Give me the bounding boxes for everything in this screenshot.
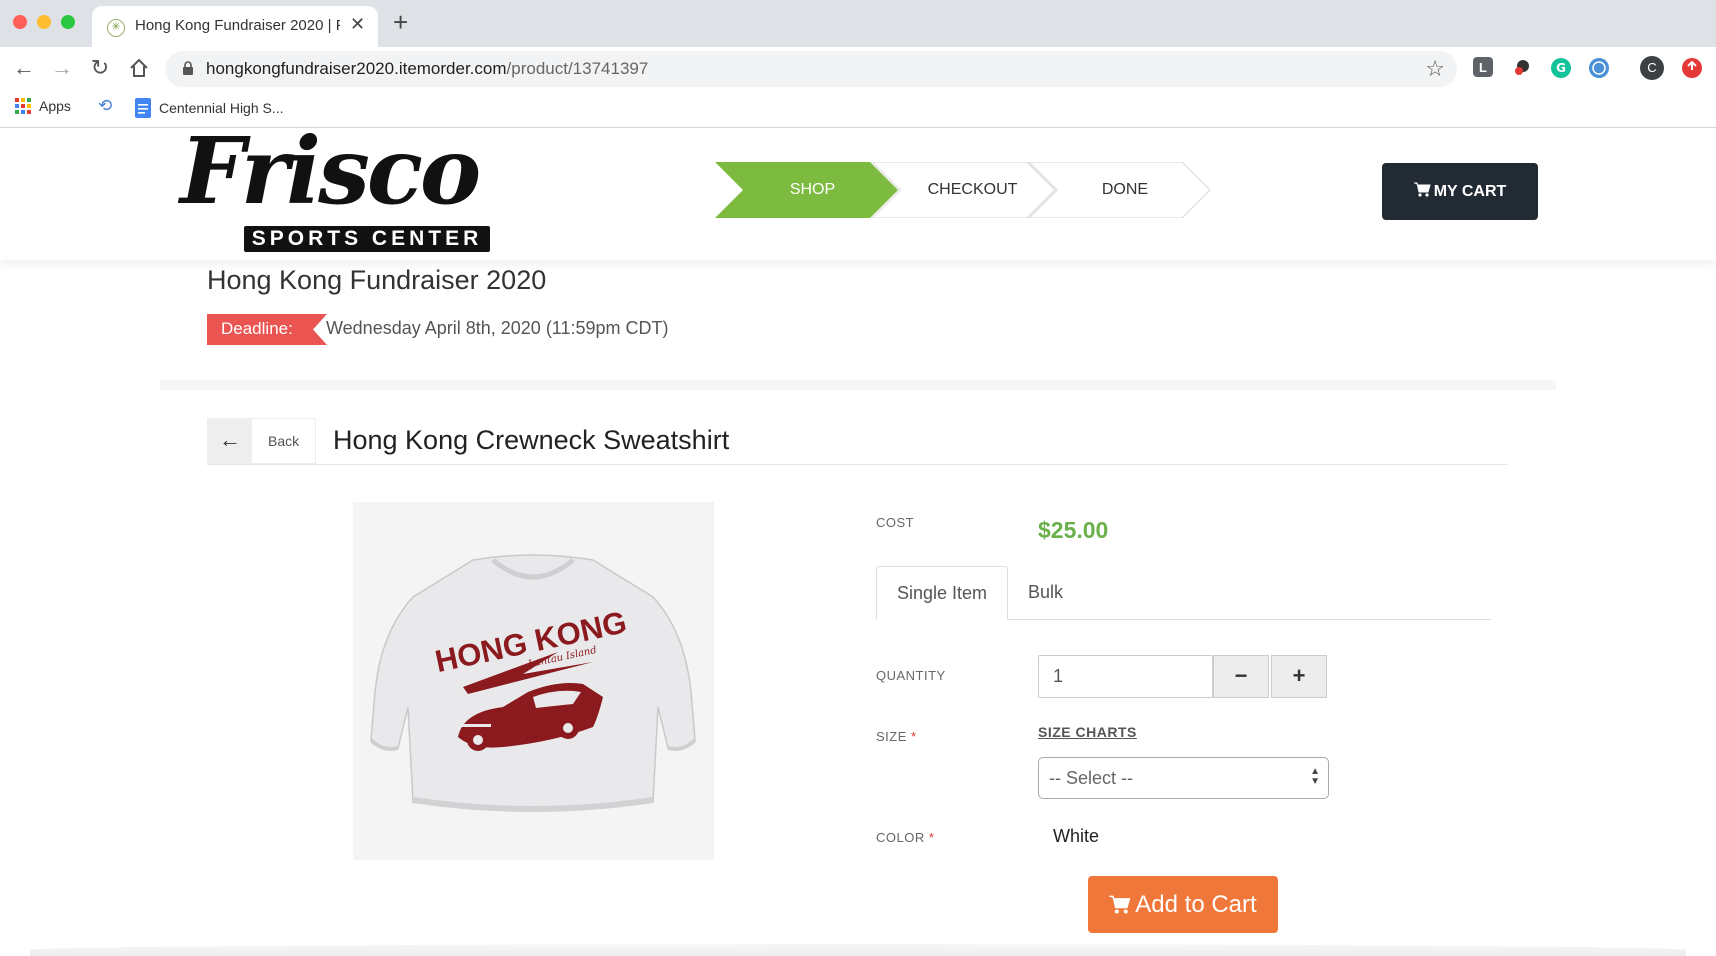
- cart-icon: [1413, 182, 1431, 197]
- add-to-cart-label: Add to Cart: [1135, 891, 1257, 918]
- close-window-button[interactable]: [13, 15, 27, 29]
- bookmark-centennial[interactable]: Centennial High S...: [135, 98, 284, 118]
- sweatshirt-illustration: HONG KONG Lantau Island: [369, 554, 697, 812]
- deadline-badge: Deadline:: [207, 314, 327, 345]
- back-arrow-icon[interactable]: ←: [9, 53, 39, 83]
- tab-title: Hong Kong Fundraiser 2020 | F: [135, 17, 340, 34]
- back-button[interactable]: ← Back: [207, 418, 316, 464]
- color-value: White: [1053, 826, 1100, 846]
- globe-extension-icon[interactable]: [1588, 57, 1610, 79]
- product-image[interactable]: HONG KONG Lantau Island: [353, 502, 714, 860]
- deadline-label: Deadline:: [221, 319, 293, 338]
- browser-tab[interactable]: ✳ Hong Kong Fundraiser 2020 | F ✕: [92, 6, 378, 47]
- new-tab-icon[interactable]: +: [393, 9, 408, 35]
- tab-bulk[interactable]: Bulk: [1028, 566, 1063, 620]
- logo-band-text: SPORTS CENTER: [244, 226, 490, 252]
- step-checkout[interactable]: CHECKOUT: [895, 162, 1050, 218]
- history-icon[interactable]: ⟲: [98, 96, 112, 116]
- back-arrow-icon: ←: [208, 419, 252, 463]
- bookmark-star-icon[interactable]: ☆: [1425, 56, 1445, 82]
- zoom-window-button[interactable]: [61, 15, 75, 29]
- browser-toolbar: ← → ↻ hongkongfundraiser2020.itemorder.c…: [0, 47, 1716, 90]
- url-text: hongkongfundraiser2020.itemorder.com/pro…: [206, 59, 649, 78]
- apps-grid-icon: [15, 98, 31, 114]
- address-bar[interactable]: hongkongfundraiser2020.itemorder.com/pro…: [165, 51, 1457, 87]
- store-title: Hong Kong Fundraiser 2020: [207, 265, 547, 295]
- frisco-sports-center-logo[interactable]: Frisco SPORTS CENTER: [178, 117, 498, 257]
- docs-icon: [135, 98, 151, 118]
- browser-tab-bar: ✳ Hong Kong Fundraiser 2020 | F ✕ +: [0, 0, 1716, 47]
- order-mode-tabs: Single Item Bulk: [876, 566, 1491, 620]
- home-icon[interactable]: [124, 53, 154, 83]
- extension-paint-icon[interactable]: [1511, 57, 1533, 79]
- size-charts-link[interactable]: SIZE CHARTS: [1038, 724, 1137, 740]
- apps-label: Apps: [39, 98, 71, 114]
- site-header: Frisco SPORTS CENTER SHOP CHECKOUT DONE …: [0, 117, 1716, 260]
- minimize-window-button[interactable]: [37, 15, 51, 29]
- size-label: SIZE *: [876, 729, 917, 744]
- color-label: COLOR *: [876, 830, 935, 845]
- product-price: $25.00: [1038, 517, 1109, 543]
- grammarly-icon[interactable]: G: [1550, 57, 1572, 79]
- cost-label: COST: [876, 515, 915, 530]
- site-favicon-icon: ✳: [107, 19, 125, 37]
- deadline-value: Wednesday April 8th, 2020 (11:59pm CDT): [326, 318, 669, 338]
- logo-script-text: Frisco: [180, 117, 481, 225]
- size-select[interactable]: -- Select -- ▲ ▼: [1038, 757, 1329, 799]
- increase-quantity-button[interactable]: +: [1271, 655, 1327, 698]
- forward-arrow-icon[interactable]: →: [47, 53, 77, 83]
- tab-single-item[interactable]: Single Item: [876, 566, 1008, 620]
- step-done[interactable]: DONE: [1050, 162, 1200, 218]
- title-divider: [207, 464, 1508, 465]
- section-divider: [160, 380, 1556, 390]
- size-select-value: -- Select --: [1049, 768, 1134, 788]
- close-tab-icon[interactable]: ✕: [350, 14, 365, 35]
- product-title: Hong Kong Crewneck Sweatshirt: [333, 425, 730, 455]
- decrease-quantity-button[interactable]: −: [1213, 655, 1269, 698]
- apps-shortcut[interactable]: Apps: [15, 98, 71, 114]
- update-alert-icon[interactable]: [1682, 58, 1702, 78]
- profile-avatar-icon[interactable]: C: [1640, 56, 1664, 80]
- my-cart-button[interactable]: MY CART: [1382, 163, 1538, 220]
- my-cart-label: MY CART: [1433, 183, 1507, 200]
- extension-l-icon[interactable]: L: [1473, 57, 1493, 77]
- footer-shadow: [30, 944, 1686, 956]
- cart-icon: [1109, 895, 1131, 914]
- svg-text:G: G: [1556, 61, 1566, 75]
- step-shop[interactable]: SHOP: [735, 162, 890, 218]
- select-caret-icon: ▲ ▼: [1310, 766, 1320, 787]
- quantity-label: QUANTITY: [876, 668, 946, 683]
- quantity-input[interactable]: 1: [1038, 655, 1213, 698]
- back-label: Back: [268, 433, 300, 449]
- bookmark-label: Centennial High S...: [159, 100, 284, 116]
- checkout-progress-steps: SHOP CHECKOUT DONE: [715, 162, 1210, 218]
- reload-icon[interactable]: ↻: [85, 53, 115, 83]
- lock-icon: [182, 61, 194, 75]
- add-to-cart-button[interactable]: Add to Cart: [1088, 876, 1278, 933]
